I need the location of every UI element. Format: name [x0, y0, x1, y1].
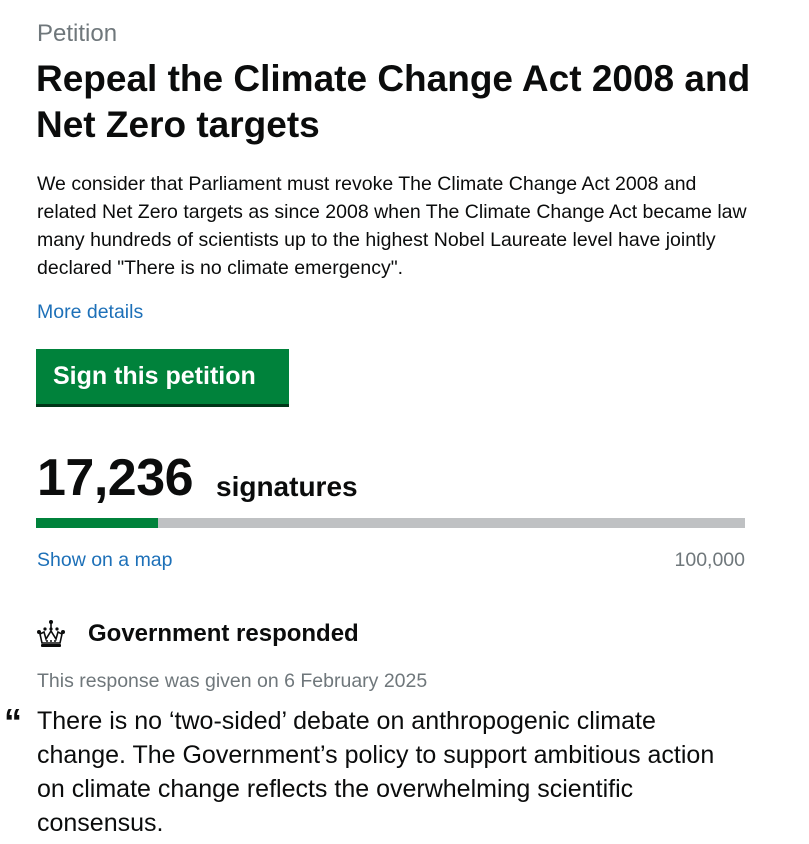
signature-progress-fill: [36, 518, 159, 528]
signature-count: 17,236: [37, 449, 194, 507]
signature-target: 100,000: [674, 549, 746, 571]
signature-progress-bar: [36, 518, 745, 528]
more-details-link[interactable]: More details: [37, 299, 143, 325]
show-on-map-link[interactable]: Show on a map: [37, 547, 173, 573]
signature-count-label: signatures: [216, 471, 358, 502]
petition-page: Petition Repeal the Climate Change Act 2…: [0, 0, 809, 844]
quote-mark-icon: “: [4, 701, 22, 742]
government-response-quote: There is no ‘two-sided’ debate on anthro…: [37, 707, 715, 837]
petition-summary: We consider that Parliament must revoke …: [37, 173, 747, 279]
sign-petition-button[interactable]: Sign this petition: [36, 349, 289, 404]
government-responded-heading: Government responded: [88, 620, 359, 647]
crown-icon: [37, 620, 65, 647]
page-caption: Petition: [37, 20, 118, 47]
petition-title: Repeal the Climate Change Act 2008 and N…: [36, 58, 751, 145]
response-date: This response was given on 6 February 20…: [37, 670, 428, 692]
